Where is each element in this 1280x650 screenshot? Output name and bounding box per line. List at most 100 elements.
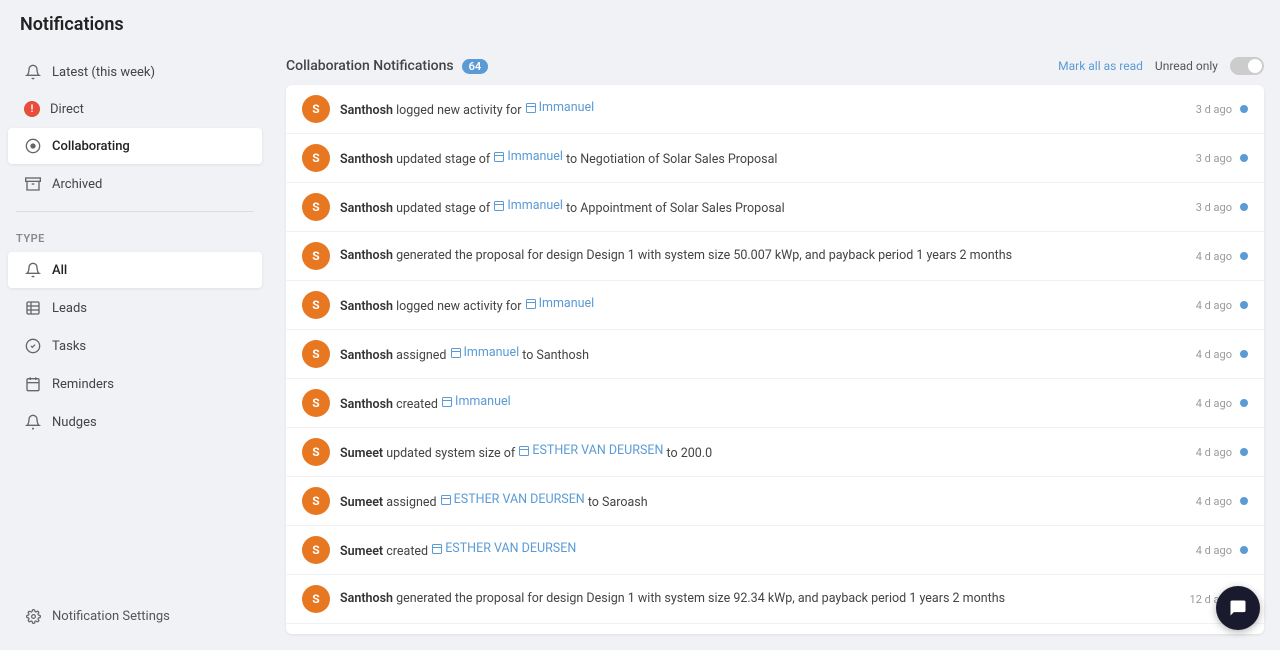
notification-content: Santhosh generated the proposal for desi…: [340, 590, 1180, 608]
actor-name: Santhosh: [340, 103, 393, 118]
chat-button[interactable]: [1216, 586, 1260, 630]
avatar: S: [302, 291, 330, 319]
notification-meta: 4 d ago: [1196, 544, 1248, 557]
notification-row[interactable]: SSanthosh logged new activity for Immanu…: [286, 281, 1264, 330]
notification-meta: 3 d ago: [1196, 201, 1248, 214]
actor-name: Santhosh: [340, 299, 393, 314]
sidebar-label-collaborating: Collaborating: [52, 139, 130, 154]
notification-meta: 3 d ago: [1196, 103, 1248, 116]
sidebar-item-reminders[interactable]: Reminders: [8, 366, 262, 402]
sidebar-item-latest[interactable]: Latest (this week): [8, 54, 262, 90]
notification-row[interactable]: SSanthosh updated stage of Immanuel to N…: [286, 134, 1264, 183]
notification-content: Santhosh updated stage of Immanuel to Ap…: [340, 197, 1186, 217]
notification-link[interactable]: Immanuel: [539, 295, 595, 313]
notifications-list: S Santhosh logged new activity for Immanu…: [286, 85, 1264, 634]
notification-time: 4 d ago: [1196, 299, 1232, 312]
avatar: S: [302, 536, 330, 564]
notification-link[interactable]: Immanuel: [539, 99, 595, 117]
actor-name: Santhosh: [340, 248, 393, 263]
actor-name: Santhosh: [340, 348, 393, 363]
notification-meta: 4 d ago: [1196, 446, 1248, 459]
header-actions: Mark all as read Unread only: [1058, 57, 1264, 75]
unread-indicator: [1240, 448, 1248, 456]
notification-time: 3 d ago: [1196, 152, 1232, 165]
notification-content: Sumeet assigned ESTHER VAN DEURSEN to Sa…: [340, 491, 1186, 511]
avatar: S: [302, 438, 330, 466]
notification-link[interactable]: ESTHER VAN DEURSEN: [532, 442, 663, 460]
unread-indicator: [1240, 546, 1248, 554]
notification-meta: 4 d ago: [1196, 250, 1248, 263]
notification-meta: 3 d ago: [1196, 152, 1248, 165]
content-title: Collaboration Notifications: [286, 58, 454, 74]
unread-indicator: [1240, 301, 1248, 309]
notification-row[interactable]: S Santhosh logged new activity for Immanu…: [286, 85, 1264, 134]
avatar: S: [302, 144, 330, 172]
notification-link[interactable]: ESTHER VAN DEURSEN: [445, 540, 576, 558]
sidebar-item-leads[interactable]: Leads: [8, 290, 262, 326]
avatar: S: [302, 487, 330, 515]
notification-row[interactable]: SSanthosh logged new activity for Soham …: [286, 624, 1264, 634]
notification-settings-label: Notification Settings: [52, 609, 170, 624]
notification-time: 4 d ago: [1196, 250, 1232, 263]
all-bell-icon: [24, 261, 42, 279]
avatar: S: [302, 95, 330, 123]
notification-time: 4 d ago: [1196, 446, 1232, 459]
notification-row[interactable]: SSanthosh generated the proposal for des…: [286, 232, 1264, 281]
unread-indicator: [1240, 203, 1248, 211]
notification-link[interactable]: Immanuel: [507, 197, 563, 215]
notification-link[interactable]: Immanuel: [464, 344, 520, 362]
mark-all-read-button[interactable]: Mark all as read: [1058, 59, 1143, 73]
notification-time: 4 d ago: [1196, 495, 1232, 508]
bell-icon: [24, 63, 42, 81]
sidebar-divider: [16, 211, 254, 212]
notification-time: 3 d ago: [1196, 103, 1232, 116]
notification-meta: 4 d ago: [1196, 495, 1248, 508]
sidebar: Latest (this week) ! Direct Collaboratin…: [0, 45, 270, 650]
notification-row[interactable]: SSanthosh updated stage of Immanuel to A…: [286, 183, 1264, 232]
notification-count-badge: 64: [462, 59, 489, 74]
page-title: Notifications: [20, 14, 1260, 35]
unread-only-label: Unread only: [1155, 59, 1218, 73]
sidebar-item-tasks[interactable]: Tasks: [8, 328, 262, 364]
notification-content: Sumeet updated system size of ESTHER VAN…: [340, 442, 1186, 462]
notification-row[interactable]: SSanthosh assigned Immanuel to Santhosh4…: [286, 330, 1264, 379]
type-section-label: Type: [0, 220, 270, 251]
tasks-icon: [24, 337, 42, 355]
gear-icon: [24, 607, 42, 625]
notification-row[interactable]: S Sumeet created ESTHER VAN DEURSEN 4 d ag…: [286, 526, 1264, 575]
notification-link[interactable]: Immanuel: [455, 393, 511, 411]
notification-time: 4 d ago: [1196, 544, 1232, 557]
notification-link[interactable]: Immanuel: [507, 148, 563, 166]
notification-settings-button[interactable]: Notification Settings: [8, 598, 262, 634]
actor-name: Santhosh: [340, 397, 393, 412]
sidebar-label-tasks: Tasks: [52, 339, 86, 354]
notification-meta: 4 d ago: [1196, 348, 1248, 361]
sidebar-item-archived[interactable]: Archived: [8, 166, 262, 202]
sidebar-item-direct[interactable]: ! Direct: [8, 92, 262, 126]
notification-time: 3 d ago: [1196, 201, 1232, 214]
notification-time: 4 d ago: [1196, 348, 1232, 361]
actor-name: Santhosh: [340, 591, 393, 606]
content-header: Collaboration Notifications 64 Mark all …: [286, 45, 1264, 85]
notification-content: Santhosh logged new activity for Immanue…: [340, 99, 1186, 119]
sidebar-item-collaborating[interactable]: Collaborating: [8, 128, 262, 164]
circle-dot-icon: [24, 137, 42, 155]
notification-row[interactable]: SSanthosh created Immanuel4 d ago: [286, 379, 1264, 428]
unread-indicator: [1240, 497, 1248, 505]
actor-name: Sumeet: [340, 495, 383, 510]
notification-content: Sumeet created ESTHER VAN DEURSEN: [340, 540, 1186, 560]
actor-name: Santhosh: [340, 201, 393, 216]
notification-content: Santhosh created Immanuel: [340, 393, 1186, 413]
sidebar-label-reminders: Reminders: [52, 377, 114, 392]
notification-link[interactable]: ESTHER VAN DEURSEN: [454, 491, 585, 509]
notification-row[interactable]: S Sumeet assigned ESTHER VAN DEURSEN to S…: [286, 477, 1264, 526]
sidebar-item-all[interactable]: All: [8, 252, 262, 288]
unread-indicator: [1240, 399, 1248, 407]
avatar: S: [302, 242, 330, 270]
unread-only-toggle[interactable]: [1230, 57, 1264, 75]
sidebar-label-direct: Direct: [50, 102, 84, 117]
notification-row[interactable]: SSanthosh generated the proposal for des…: [286, 575, 1264, 624]
content-title-area: Collaboration Notifications 64: [286, 58, 488, 74]
notification-row[interactable]: S Sumeet updated system size of ESTHER VA…: [286, 428, 1264, 477]
sidebar-item-nudges[interactable]: Nudges: [8, 404, 262, 440]
